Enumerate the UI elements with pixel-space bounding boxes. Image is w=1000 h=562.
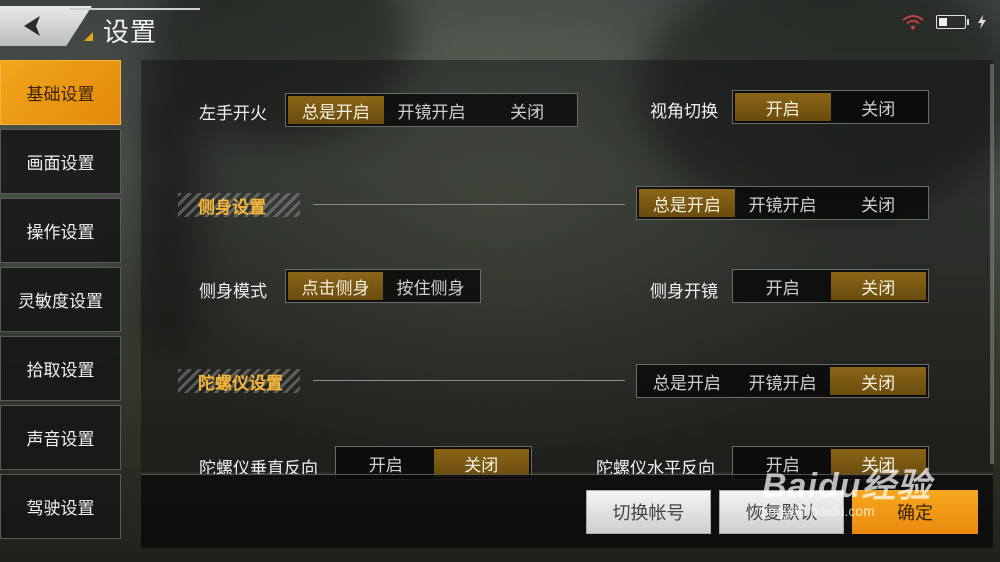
lean-mode-selector: 点击侧身 按住侧身 bbox=[285, 269, 481, 303]
watermark-brand: Baidu经验 bbox=[762, 467, 932, 505]
gyro-vertical-option-off[interactable]: 关闭 bbox=[433, 449, 529, 477]
charging-icon bbox=[978, 15, 986, 29]
view-switch-option-on[interactable]: 开启 bbox=[735, 93, 831, 121]
sidebar-item-label: 声音设置 bbox=[26, 430, 95, 450]
battery-icon bbox=[936, 15, 969, 29]
gyro-section-title: 陀螺仪设置 bbox=[198, 373, 283, 394]
view-switch-selector: 开启 关闭 bbox=[732, 90, 929, 124]
switch-account-button[interactable]: 切换帐号 bbox=[586, 490, 711, 534]
lean-scope-selector: 开启 关闭 bbox=[732, 269, 929, 303]
sidebar-item-label: 拾取设置 bbox=[26, 361, 95, 381]
header-bar: 设置 bbox=[0, 0, 1000, 52]
sidebar-item-label: 画面设置 bbox=[26, 154, 95, 174]
left-fire-option-always[interactable]: 总是开启 bbox=[288, 96, 384, 124]
section-divider bbox=[313, 380, 625, 381]
section-divider bbox=[313, 204, 625, 205]
left-fire-option-off[interactable]: 关闭 bbox=[479, 96, 575, 124]
lean-selector: 总是开启 开镜开启 关闭 bbox=[636, 186, 929, 220]
gyro-option-scope[interactable]: 开镜开启 bbox=[735, 367, 831, 395]
sidebar-item-sensitivity[interactable]: 灵敏度设置 bbox=[0, 267, 121, 332]
sidebar-item-basic[interactable]: 基础设置 bbox=[0, 60, 121, 125]
panel-scrollbar[interactable] bbox=[990, 64, 994, 464]
view-switch-label: 视角切换 bbox=[650, 102, 718, 122]
lean-mode-option-tap[interactable]: 点击侧身 bbox=[288, 272, 383, 300]
wifi-icon bbox=[902, 15, 924, 30]
lean-scope-label: 侧身开镜 bbox=[650, 282, 718, 302]
lean-mode-option-hold[interactable]: 按住侧身 bbox=[383, 272, 478, 300]
gyro-option-always[interactable]: 总是开启 bbox=[639, 367, 735, 395]
lean-option-scope[interactable]: 开镜开启 bbox=[735, 189, 831, 217]
sidebar-item-label: 驾驶设置 bbox=[26, 499, 95, 519]
lean-scope-option-on[interactable]: 开启 bbox=[735, 272, 831, 300]
lean-option-always[interactable]: 总是开启 bbox=[639, 189, 735, 217]
sidebar-item-audio[interactable]: 声音设置 bbox=[0, 405, 121, 470]
view-switch-option-off[interactable]: 关闭 bbox=[831, 93, 927, 121]
left-fire-option-scope[interactable]: 开镜开启 bbox=[384, 96, 480, 124]
lean-option-off[interactable]: 关闭 bbox=[830, 189, 926, 217]
sidebar-item-label: 基础设置 bbox=[26, 85, 95, 105]
lean-section-header: 侧身设置 bbox=[178, 193, 308, 218]
lean-mode-label: 侧身模式 bbox=[199, 282, 267, 302]
left-fire-label: 左手开火 bbox=[199, 104, 267, 124]
page-title: 设置 bbox=[103, 18, 158, 48]
settings-sidebar: 基础设置 画面设置 操作设置 灵敏度设置 拾取设置 声音设置 驾驶设置 bbox=[0, 60, 123, 543]
gyro-option-off[interactable]: 关闭 bbox=[830, 367, 927, 395]
baidu-watermark: Baidu经验 jingyan.baidu.com bbox=[762, 458, 931, 519]
back-arrow-icon bbox=[24, 16, 40, 36]
sidebar-item-driving[interactable]: 驾驶设置 bbox=[0, 474, 121, 539]
gyro-section-header: 陀螺仪设置 bbox=[178, 369, 308, 394]
sidebar-item-graphics[interactable]: 画面设置 bbox=[0, 129, 121, 194]
sidebar-item-pickup[interactable]: 拾取设置 bbox=[0, 336, 121, 401]
sidebar-item-controls[interactable]: 操作设置 bbox=[0, 198, 121, 263]
lean-section-title: 侧身设置 bbox=[198, 197, 266, 218]
gyro-vertical-option-on[interactable]: 开启 bbox=[338, 449, 434, 477]
sidebar-item-label: 操作设置 bbox=[26, 223, 95, 243]
gyro-selector: 总是开启 开镜开启 关闭 bbox=[636, 364, 929, 398]
sidebar-item-label: 灵敏度设置 bbox=[18, 292, 103, 312]
left-fire-selector: 总是开启 开镜开启 关闭 bbox=[285, 93, 578, 127]
lean-scope-option-off[interactable]: 关闭 bbox=[830, 272, 926, 300]
title-accent-icon bbox=[84, 32, 93, 41]
status-bar bbox=[902, 14, 986, 30]
